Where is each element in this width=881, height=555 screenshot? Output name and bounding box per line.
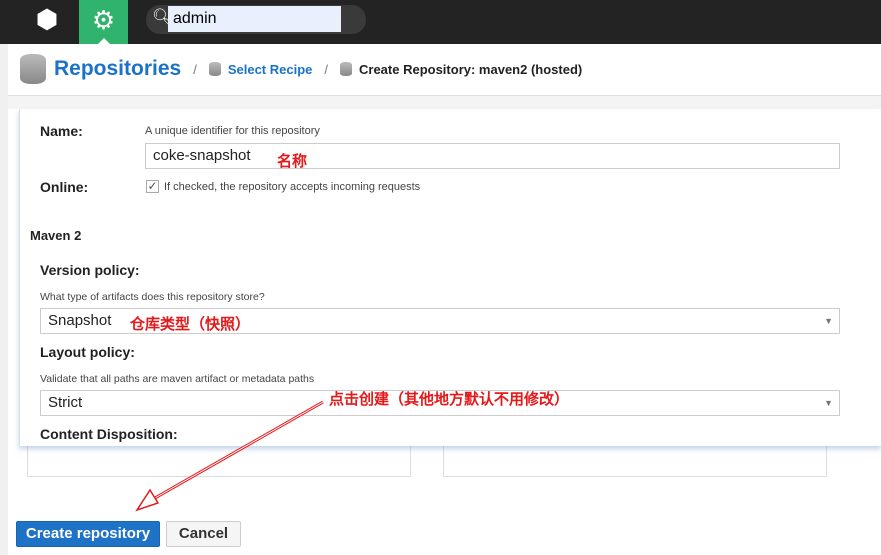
cancel-button[interactable]: Cancel: [166, 521, 241, 547]
create-repository-button[interactable]: Create repository: [16, 521, 160, 547]
annotation-arrow: [135, 400, 324, 512]
